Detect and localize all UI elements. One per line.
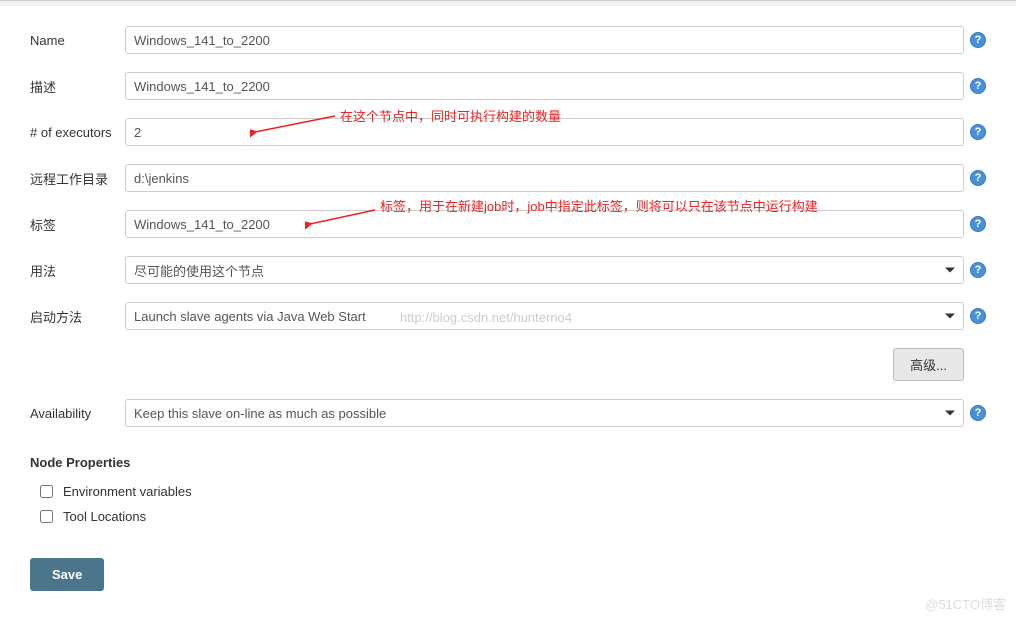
input-name[interactable] [125,26,964,54]
help-icon[interactable]: ? [970,170,986,186]
label-description: 描述 [30,77,125,96]
node-properties-header: Node Properties [30,455,986,470]
row-description: 描述 ? [30,72,986,100]
checkbox-env-vars-label: Environment variables [63,484,192,499]
help-icon[interactable]: ? [970,32,986,48]
help-icon[interactable]: ? [970,405,986,421]
select-launch-value: Launch slave agents via Java Web Start [134,309,366,324]
help-icon[interactable]: ? [970,262,986,278]
help-icon[interactable]: ? [970,216,986,232]
row-launch: 启动方法 Launch slave agents via Java Web St… [30,302,986,330]
row-remote-root: 远程工作目录 ? [30,164,986,192]
label-remote-root: 远程工作目录 [30,169,125,188]
select-usage-value: 尽可能的使用这个节点 [134,261,264,280]
row-advanced: 高级... [30,348,986,381]
help-icon[interactable]: ? [970,124,986,140]
label-usage: 用法 [30,261,125,280]
checkbox-row-env-vars: Environment variables [30,484,986,499]
select-availability[interactable]: Keep this slave on-line as much as possi… [125,399,964,427]
input-labels[interactable] [125,210,964,238]
row-availability: Availability Keep this slave on-line as … [30,399,986,427]
row-executors: # of executors ? 在这个节点中，同时可执行构建的数量 [30,118,986,146]
input-remote-root[interactable] [125,164,964,192]
row-labels: 标签 ? 标签，用于在新建job时，job中指定此标签，则将可以只在该节点中运行… [30,210,986,238]
help-icon[interactable]: ? [970,308,986,324]
advanced-button[interactable]: 高级... [893,348,964,381]
input-description[interactable] [125,72,964,100]
label-availability: Availability [30,406,125,421]
checkbox-env-vars[interactable] [40,485,53,498]
select-availability-value: Keep this slave on-line as much as possi… [134,406,386,421]
row-usage: 用法 尽可能的使用这个节点 ? [30,256,986,284]
help-icon[interactable]: ? [970,78,986,94]
input-executors[interactable] [125,118,964,146]
checkbox-row-tool-locations: Tool Locations [30,509,986,524]
checkbox-tool-locations-label: Tool Locations [63,509,146,524]
config-form: Name ? 描述 ? # of executors ? 在这个节点中，同时可执… [0,6,1016,621]
label-launch: 启动方法 [30,307,125,326]
select-launch[interactable]: Launch slave agents via Java Web Start [125,302,964,330]
checkbox-tool-locations[interactable] [40,510,53,523]
label-labels: 标签 [30,215,125,234]
row-name: Name ? [30,26,986,54]
select-usage[interactable]: 尽可能的使用这个节点 [125,256,964,284]
label-name: Name [30,33,125,48]
save-button[interactable]: Save [30,558,104,591]
label-executors: # of executors [30,125,125,140]
